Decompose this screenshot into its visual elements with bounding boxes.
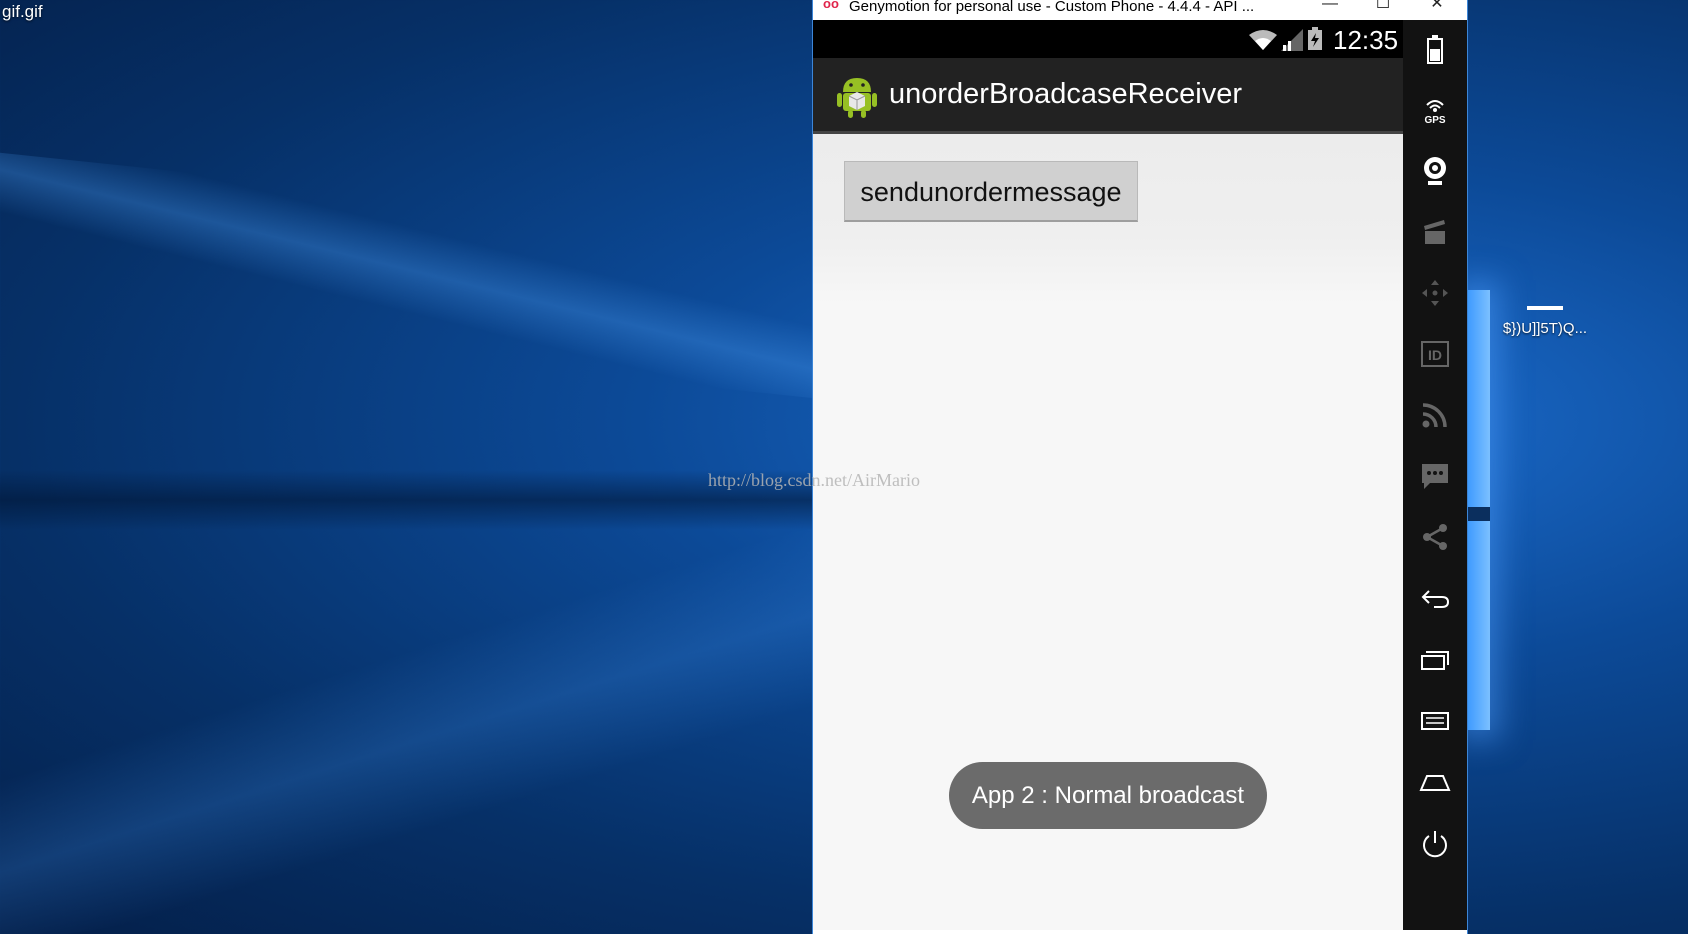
gps-icon[interactable]: GPS [1403, 86, 1467, 134]
home-icon[interactable] [1403, 758, 1467, 806]
sms-icon[interactable] [1403, 452, 1467, 500]
action-bar: unorderBroadcaseReceiver [813, 58, 1403, 134]
wifi-icon [1249, 30, 1277, 50]
desktop-icon[interactable]: $})U]]5T)Q... [1500, 306, 1590, 337]
share-icon[interactable] [1403, 513, 1467, 561]
id-icon[interactable]: ID [1403, 330, 1467, 378]
minimize-button[interactable]: — [1310, 0, 1350, 16]
menu-icon[interactable] [1403, 697, 1467, 745]
power-icon[interactable] [1403, 820, 1467, 868]
id-label: ID [1428, 347, 1442, 363]
window-titlebar[interactable]: oo Genymotion for personal use - Custom … [813, 0, 1467, 20]
window-title: Genymotion for personal use - Custom Pho… [849, 0, 1255, 15]
back-icon[interactable] [1403, 575, 1467, 623]
clock: 12:35 [1333, 25, 1399, 55]
status-icons [1249, 27, 1323, 51]
signal-icon [1281, 29, 1303, 51]
camera-icon[interactable] [1403, 147, 1467, 195]
genymotion-logo-icon: oo [823, 0, 839, 11]
battery-icon[interactable] [1403, 26, 1467, 74]
send-unorder-message-button[interactable]: sendunordermessage [844, 161, 1138, 222]
gps-label: GPS [1424, 115, 1445, 125]
rss-icon[interactable] [1403, 391, 1467, 439]
dpad-icon[interactable] [1403, 269, 1467, 317]
blog-watermark: http://blog.csdn.net/AirMario [708, 470, 920, 490]
recent-apps-icon[interactable] [1403, 636, 1467, 684]
android-app-icon [837, 78, 877, 118]
app-title: unorderBroadcaseReceiver [889, 78, 1243, 110]
gif-file-label: gif.gif [2, 2, 43, 21]
desktop-icon-label: $})U]]5T)Q... [1502, 320, 1588, 337]
close-button[interactable]: ✕ [1417, 0, 1457, 16]
genymotion-side-panel: GPS ID [1403, 20, 1467, 930]
wallpaper-beam [0, 152, 900, 408]
desktop-icon-glyph [1527, 306, 1563, 310]
maximize-button[interactable]: ☐ [1363, 0, 1403, 16]
media-icon[interactable] [1403, 208, 1467, 256]
status-bar: 12:35 [813, 20, 1403, 58]
genymotion-window: oo Genymotion for personal use - Custom … [812, 0, 1468, 934]
toast-message: App 2 : Normal broadcast [949, 762, 1267, 829]
wallpaper-beam [0, 516, 900, 934]
battery-charging-icon [1308, 27, 1322, 50]
wallpaper-windows-logo-gap [1468, 507, 1490, 521]
